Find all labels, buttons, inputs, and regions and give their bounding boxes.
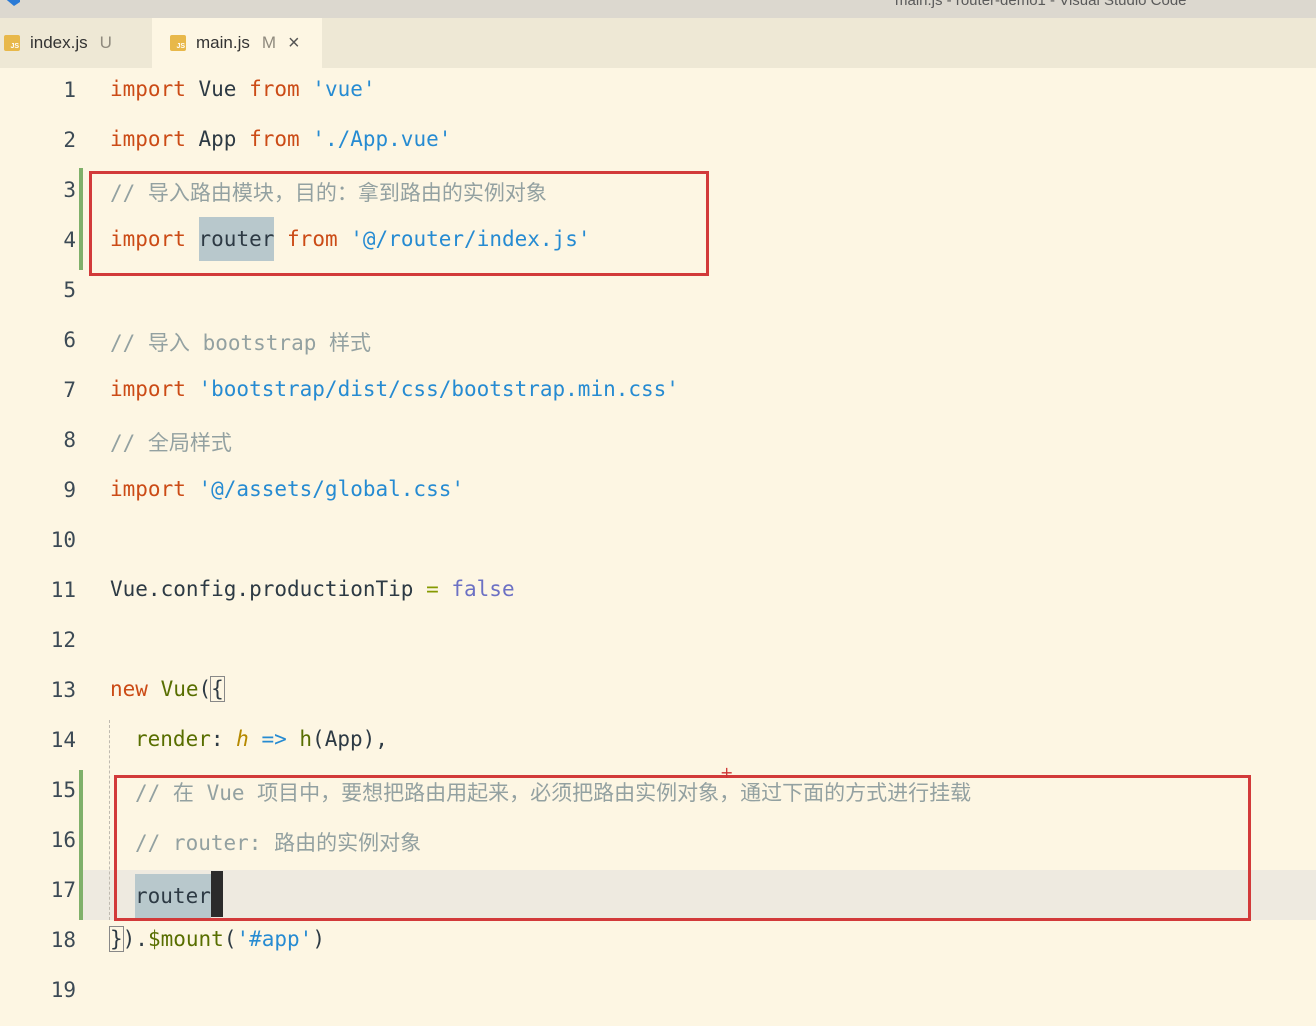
line-number: 9 [63, 478, 76, 502]
code-text: }).$mount('#app') [109, 926, 325, 952]
line-number: 16 [50, 828, 76, 852]
code-comment: // 全局样式 [110, 431, 232, 455]
line-number: 7 [63, 378, 76, 402]
code-text: Vue.config.productionTip = false [110, 577, 515, 601]
line-number: 8 [63, 428, 76, 452]
line-number: 1 [63, 78, 76, 102]
code-text: render: h => h(App), [135, 727, 388, 751]
code-text: import '@/assets/global.css' [110, 477, 465, 501]
tab-status-badge: M [261, 33, 277, 52]
line-number: 12 [50, 628, 76, 652]
line-number: 3 [63, 178, 76, 202]
line-number: 4 [63, 228, 76, 252]
line-number: 13 [50, 678, 76, 702]
code-line[interactable]: 2 import App from './App.vue' [0, 118, 1316, 168]
line-number: 14 [50, 728, 76, 752]
code-line[interactable]: 14 render: h => h(App), [0, 718, 1316, 768]
bracket-match: } [109, 926, 124, 952]
annotation-box-router-import [89, 171, 709, 276]
code-line[interactable]: 6 // 导入 bootstrap 样式 [0, 318, 1316, 368]
code-line[interactable]: 9 import '@/assets/global.css' [0, 468, 1316, 518]
code-line[interactable]: 19 [0, 968, 1316, 1018]
code-line[interactable]: 11 Vue.config.productionTip = false [0, 568, 1316, 618]
close-icon[interactable]: × [288, 32, 300, 55]
bracket-match: { [210, 676, 225, 702]
line-number: 10 [50, 528, 76, 552]
code-text: new Vue({ [110, 676, 225, 702]
code-text: import 'bootstrap/dist/css/bootstrap.min… [110, 377, 679, 401]
line-number: 18 [50, 928, 76, 952]
tab-status-badge: U [99, 33, 112, 52]
tab-label: index.js [30, 33, 88, 52]
line-number: 19 [50, 978, 76, 1002]
tab-label: main.js [196, 33, 250, 52]
line-number: 17 [50, 878, 76, 902]
vscode-logo-icon [6, 0, 20, 6]
code-editor[interactable]: 1 import Vue from 'vue' 2 import App fro… [0, 68, 1316, 1026]
line-number: 5 [63, 278, 76, 302]
window-title: main.js - router-demo1 - Visual Studio C… [895, 0, 1187, 9]
code-line[interactable]: 12 [0, 618, 1316, 668]
mouse-crosshair-icon: + [720, 763, 734, 782]
js-file-icon: JS [170, 35, 186, 51]
line-number: 11 [50, 578, 76, 602]
code-text: import App from './App.vue' [110, 127, 452, 151]
line-number: 15 [50, 778, 76, 802]
code-line[interactable]: 1 import Vue from 'vue' [0, 68, 1316, 118]
code-line[interactable]: 10 [0, 518, 1316, 568]
js-file-icon: JS [4, 35, 20, 51]
tab-index-js[interactable]: JS index.js U [0, 18, 150, 68]
code-comment: // 导入 bootstrap 样式 [110, 331, 372, 355]
code-line[interactable]: 18 }).$mount('#app') [0, 918, 1316, 968]
tab-main-js[interactable]: JS main.js M × [152, 18, 322, 68]
line-number: 6 [63, 328, 76, 352]
code-line[interactable]: 8 // 全局样式 [0, 418, 1316, 468]
title-bar: main.js - router-demo1 - Visual Studio C… [0, 0, 1316, 18]
code-text: import Vue from 'vue' [110, 77, 376, 101]
code-line[interactable]: 7 import 'bootstrap/dist/css/bootstrap.m… [0, 368, 1316, 418]
tab-bar: JS index.js U JS main.js M × [0, 18, 1316, 68]
code-line[interactable]: 13 new Vue({ [0, 668, 1316, 718]
annotation-box-router-mount [114, 775, 1251, 921]
line-number: 2 [63, 128, 76, 152]
